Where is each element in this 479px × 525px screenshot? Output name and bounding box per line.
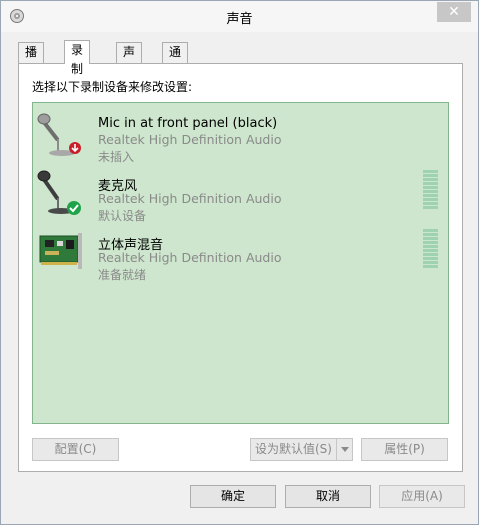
instruction-text: 选择以下录制设备来修改设置: (32, 80, 193, 94)
apply-button[interactable]: 应用(A) (379, 485, 465, 508)
device-driver: Realtek High Definition Audio (98, 132, 282, 147)
device-driver: Realtek High Definition Audio (98, 250, 282, 265)
device-item-stereo-mix[interactable]: 立体声混音 Realtek High Definition Audio 准备就绪 (33, 225, 448, 282)
window-title: 声音 (226, 12, 253, 27)
device-status: 未插入 (98, 150, 135, 164)
device-name: Mic in at front panel (black) (98, 116, 278, 131)
device-list: Mic in at front panel (black) Realtek Hi… (32, 102, 449, 424)
device-driver: Realtek High Definition Audio (98, 191, 282, 206)
ok-button[interactable]: 确定 (190, 485, 276, 508)
set-default-button[interactable]: 设为默认值(S) (250, 438, 353, 461)
device-status: 准备就绪 (98, 268, 147, 282)
microphone-default-icon (37, 170, 81, 215)
title-bar: 声音 ✕ (1, 1, 478, 32)
tab-recording[interactable]: 录制 (64, 40, 91, 76)
sound-dialog: 声音 ✕ 播放 录制 声音 通信 选择以下录制设备来修改设置: Mic in a… (0, 0, 479, 525)
chevron-down-icon[interactable] (336, 439, 352, 460)
device-status: 默认设备 (98, 209, 147, 223)
close-button[interactable]: ✕ (437, 2, 471, 22)
sound-card-icon (39, 233, 82, 269)
tab-sounds[interactable]: 声音 (116, 42, 143, 78)
cancel-button[interactable]: 取消 (285, 485, 371, 508)
device-item-microphone[interactable]: 麦克风 Realtek High Definition Audio 默认设备 (33, 166, 448, 223)
properties-button[interactable]: 属性(P) (361, 438, 448, 461)
tab-playback[interactable]: 播放 (18, 42, 45, 78)
set-default-label: 设为默认值(S) (255, 442, 332, 456)
device-item-mic-front-panel[interactable]: Mic in at front panel (black) Realtek Hi… (33, 107, 448, 164)
level-meter (423, 229, 438, 270)
level-meter (423, 170, 438, 211)
tab-communications[interactable]: 通信 (162, 42, 189, 78)
microphone-unplugged-icon (37, 113, 81, 156)
configure-button[interactable]: 配置(C) (32, 438, 119, 461)
